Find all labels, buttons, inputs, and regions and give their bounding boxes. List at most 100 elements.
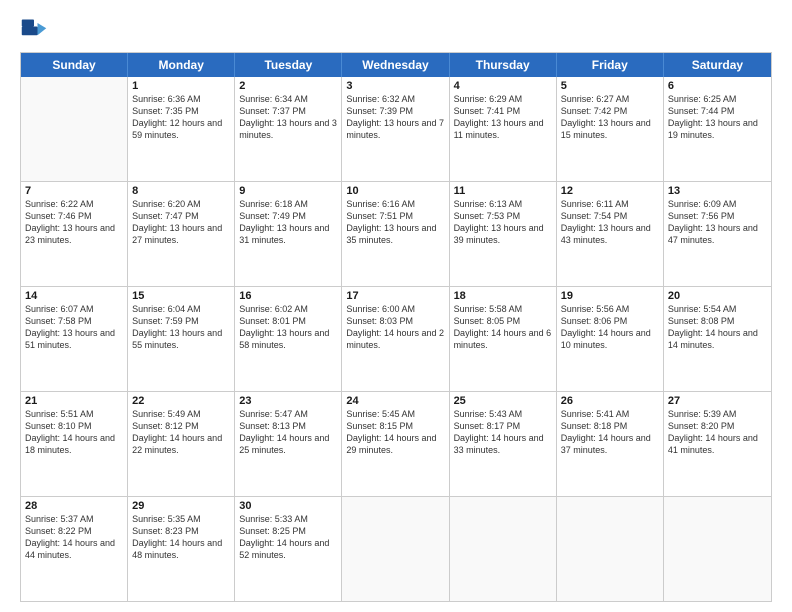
daylight-text: Daylight: 14 hours and 52 minutes. [239, 538, 329, 560]
day-info: Sunrise: 5:35 AMSunset: 8:23 PMDaylight:… [132, 513, 230, 562]
calendar-cell: 9Sunrise: 6:18 AMSunset: 7:49 PMDaylight… [235, 182, 342, 286]
sunrise-text: Sunrise: 6:32 AM [346, 94, 415, 104]
day-info: Sunrise: 6:25 AM Sunset: 7:44 PM Daylight:… [668, 93, 767, 142]
weekday-header-monday: Monday [128, 53, 235, 77]
daylight-text: Daylight: 13 hours and 55 minutes. [132, 328, 222, 350]
calendar-cell: 2Sunrise: 6:34 AMSunset: 7:37 PMDaylight… [235, 77, 342, 181]
header [20, 16, 772, 44]
calendar-cell: 20Sunrise: 5:54 AMSunset: 8:08 PMDayligh… [664, 287, 771, 391]
day-info: Sunrise: 6:29 AMSunset: 7:41 PMDaylight:… [454, 93, 552, 142]
day-number: 29 [132, 500, 230, 512]
day-number: 23 [239, 395, 337, 407]
daylight-text: Daylight: 14 hours and 22 minutes. [132, 433, 222, 455]
daylight-text: Daylight: 13 hours and 51 minutes. [25, 328, 115, 350]
calendar-cell: 1Sunrise: 6:36 AMSunset: 7:35 PMDaylight… [128, 77, 235, 181]
sunrise-text: Sunrise: 6:04 AM [132, 304, 201, 314]
daylight-text: Daylight: 13 hours and 23 minutes. [25, 223, 115, 245]
weekday-header-friday: Friday [557, 53, 664, 77]
day-number: 8 [132, 185, 230, 197]
day-info: Sunrise: 6:20 AMSunset: 7:47 PMDaylight:… [132, 198, 230, 247]
week-row-3: 21Sunrise: 5:51 AMSunset: 8:10 PMDayligh… [21, 392, 771, 497]
day-info: Sunrise: 5:54 AMSunset: 8:08 PMDaylight:… [668, 303, 767, 352]
daylight-text: Daylight: 13 hours and 27 minutes. [132, 223, 222, 245]
sunrise-text: Sunrise: 6:00 AM [346, 304, 415, 314]
day-info: Sunrise: 6:36 AMSunset: 7:35 PMDaylight:… [132, 93, 230, 142]
sunrise-text: Sunrise: 6:36 AM [132, 94, 201, 104]
day-number: 25 [454, 395, 552, 407]
day-info: Sunrise: 5:37 AMSunset: 8:22 PMDaylight:… [25, 513, 123, 562]
calendar-cell [21, 77, 128, 181]
day-number: 21 [25, 395, 123, 407]
calendar-cell: 11Sunrise: 6:13 AMSunset: 7:53 PMDayligh… [450, 182, 557, 286]
calendar-cell: 21Sunrise: 5:51 AMSunset: 8:10 PMDayligh… [21, 392, 128, 496]
calendar-cell: 15Sunrise: 6:04 AMSunset: 7:59 PMDayligh… [128, 287, 235, 391]
weekday-header-tuesday: Tuesday [235, 53, 342, 77]
calendar-cell: 24Sunrise: 5:45 AMSunset: 8:15 PMDayligh… [342, 392, 449, 496]
daylight-text: Daylight: 13 hours and 39 minutes. [454, 223, 544, 245]
logo-icon [20, 16, 48, 44]
sunset-text: Sunset: 8:03 PM [346, 316, 413, 326]
sunrise-text: Sunrise: 5:58 AM [454, 304, 523, 314]
day-info: Sunrise: 5:43 AMSunset: 8:17 PMDaylight:… [454, 408, 552, 457]
sunset-text: Sunset: 8:08 PM [668, 316, 735, 326]
day-info: Sunrise: 6:18 AMSunset: 7:49 PMDaylight:… [239, 198, 337, 247]
day-info: Sunrise: 6:02 AMSunset: 8:01 PMDaylight:… [239, 303, 337, 352]
day-info: Sunrise: 5:58 AMSunset: 8:05 PMDaylight:… [454, 303, 552, 352]
sunset-text: Sunset: 8:10 PM [25, 421, 92, 431]
sunrise-text: Sunrise: 5:33 AM [239, 514, 308, 524]
daylight-text: Daylight: 13 hours and 15 minutes. [561, 118, 651, 140]
calendar-cell [557, 497, 664, 601]
calendar-cell [450, 497, 557, 601]
sunrise-text: Sunrise: 5:45 AM [346, 409, 415, 419]
daylight-text: Daylight: 14 hours and 41 minutes. [668, 433, 758, 455]
day-info: Sunrise: 6:22 AMSunset: 7:46 PMDaylight:… [25, 198, 123, 247]
day-info: Sunrise: 5:45 AMSunset: 8:15 PMDaylight:… [346, 408, 444, 457]
day-number: 22 [132, 395, 230, 407]
calendar-cell: 30Sunrise: 5:33 AMSunset: 8:25 PMDayligh… [235, 497, 342, 601]
sunset-text: Sunset: 7:41 PM [454, 106, 521, 116]
day-info: Sunrise: 6:34 AMSunset: 7:37 PMDaylight:… [239, 93, 337, 142]
sunset-text: Sunset: 7:56 PM [668, 211, 735, 221]
sunset-text: Sunset: 8:17 PM [454, 421, 521, 431]
daylight-text: Daylight: 14 hours and 37 minutes. [561, 433, 651, 455]
calendar-cell: 8Sunrise: 6:20 AMSunset: 7:47 PMDaylight… [128, 182, 235, 286]
day-info: Sunrise: 5:33 AMSunset: 8:25 PMDaylight:… [239, 513, 337, 562]
daylight-text: Daylight: 13 hours and 19 minutes. [668, 118, 758, 140]
day-number: 11 [454, 185, 552, 197]
day-info: Sunrise: 5:51 AMSunset: 8:10 PMDaylight:… [25, 408, 123, 457]
sunrise-text: Sunrise: 6:11 AM [561, 199, 629, 209]
calendar-cell: 13Sunrise: 6:09 AMSunset: 7:56 PMDayligh… [664, 182, 771, 286]
day-info: Sunrise: 6:13 AMSunset: 7:53 PMDaylight:… [454, 198, 552, 247]
day-info: Sunrise: 6:27 AMSunset: 7:42 PMDaylight:… [561, 93, 659, 142]
day-number: 14 [25, 290, 123, 302]
day-number: 26 [561, 395, 659, 407]
day-number: 28 [25, 500, 123, 512]
calendar-cell: 4Sunrise: 6:29 AMSunset: 7:41 PMDaylight… [450, 77, 557, 181]
sunrise-text: Sunrise: 6:25 AM [668, 94, 737, 104]
day-number: 13 [668, 185, 767, 197]
calendar-cell: 3Sunrise: 6:32 AMSunset: 7:39 PMDaylight… [342, 77, 449, 181]
day-info: Sunrise: 5:56 AMSunset: 8:06 PMDaylight:… [561, 303, 659, 352]
sunrise-text: Sunrise: 5:41 AM [561, 409, 630, 419]
calendar-cell: 16Sunrise: 6:02 AMSunset: 8:01 PMDayligh… [235, 287, 342, 391]
calendar-cell: 19Sunrise: 5:56 AMSunset: 8:06 PMDayligh… [557, 287, 664, 391]
day-info: Sunrise: 6:07 AMSunset: 7:58 PMDaylight:… [25, 303, 123, 352]
sunrise-text: Sunrise: 5:49 AM [132, 409, 201, 419]
sunset-text: Sunset: 7:58 PM [25, 316, 92, 326]
day-number: 3 [346, 80, 444, 92]
day-number: 19 [561, 290, 659, 302]
calendar: SundayMondayTuesdayWednesdayThursdayFrid… [20, 52, 772, 602]
sunset-text: Sunset: 7:44 PM [668, 106, 735, 116]
calendar-header: SundayMondayTuesdayWednesdayThursdayFrid… [21, 53, 771, 77]
sunset-text: Sunset: 7:53 PM [454, 211, 521, 221]
daylight-text: Daylight: 13 hours and 43 minutes. [561, 223, 651, 245]
sunset-text: Sunset: 8:20 PM [668, 421, 735, 431]
calendar-cell: 17Sunrise: 6:00 AMSunset: 8:03 PMDayligh… [342, 287, 449, 391]
day-number: 6 [668, 80, 767, 92]
sunset-text: Sunset: 7:46 PM [25, 211, 92, 221]
calendar-cell: 10Sunrise: 6:16 AMSunset: 7:51 PMDayligh… [342, 182, 449, 286]
day-number: 16 [239, 290, 337, 302]
day-info: Sunrise: 6:16 AMSunset: 7:51 PMDaylight:… [346, 198, 444, 247]
day-info: Sunrise: 5:49 AMSunset: 8:12 PMDaylight:… [132, 408, 230, 457]
weekday-header-wednesday: Wednesday [342, 53, 449, 77]
